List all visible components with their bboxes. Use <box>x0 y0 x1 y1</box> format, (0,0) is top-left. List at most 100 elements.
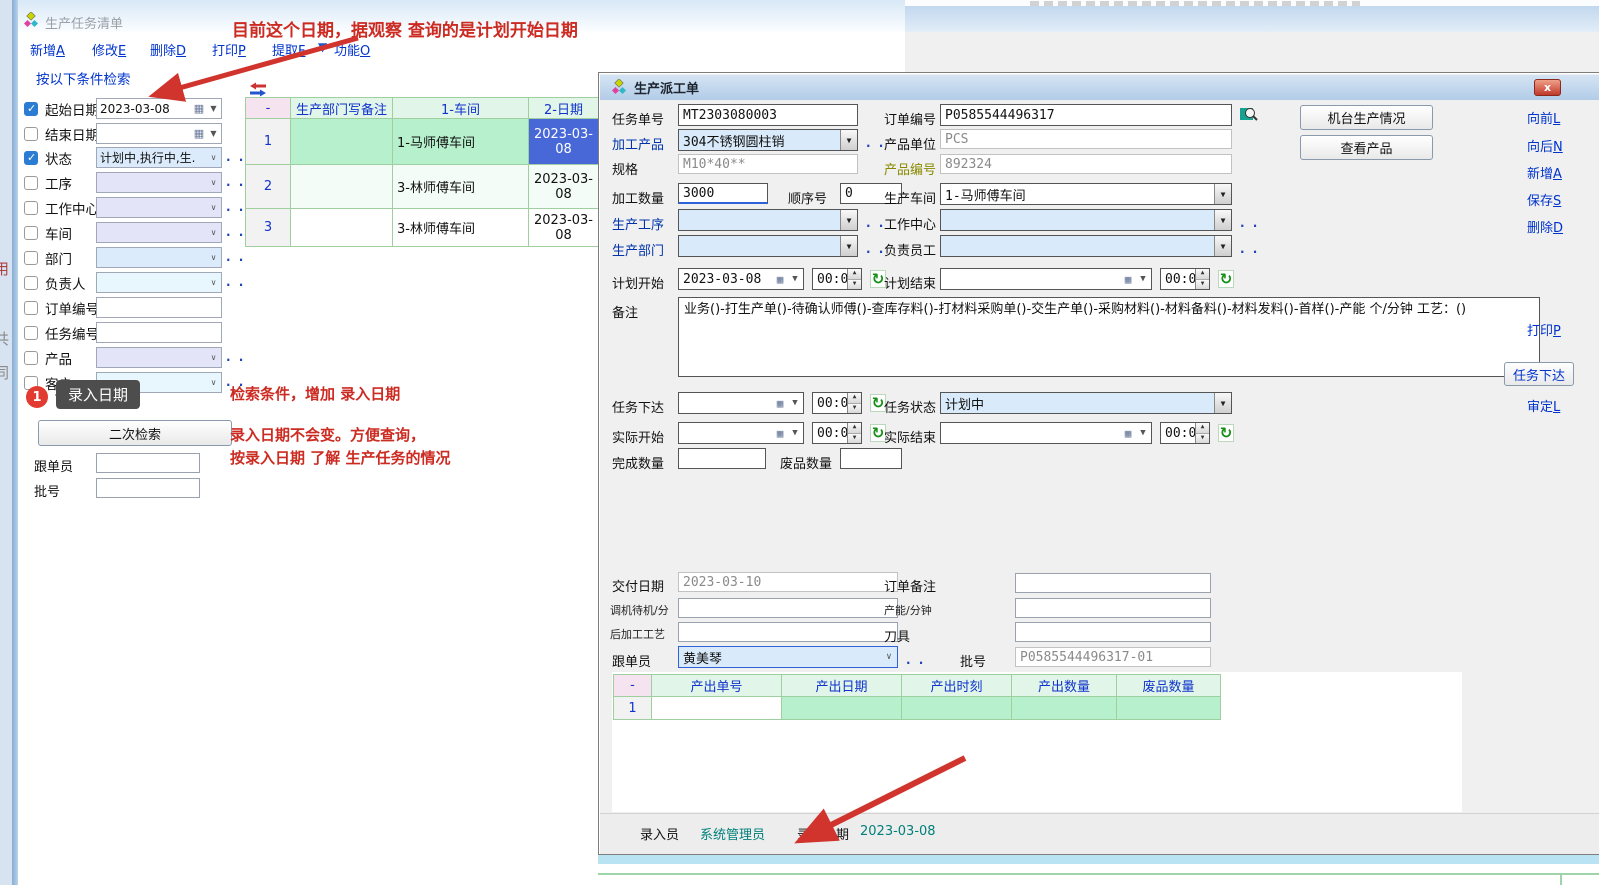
close-icon[interactable]: x <box>1534 79 1561 96</box>
tool-field[interactable] <box>1015 622 1211 642</box>
task-row-3[interactable]: 3 3-林师傅车间 2023-03-08 <box>246 209 599 247</box>
chevron-down-icon[interactable]: ▼ <box>1214 184 1231 204</box>
follower-input[interactable] <box>96 453 200 473</box>
menu-edit[interactable]: 修改E <box>92 40 126 59</box>
browse-dots[interactable]: . . <box>1240 242 1259 256</box>
browse-dots[interactable]: . . <box>906 653 925 667</box>
done-qty-field[interactable] <box>678 448 766 469</box>
link-approve[interactable]: 审定L <box>1527 396 1560 415</box>
refresh-icon[interactable]: ↻ <box>1218 270 1234 288</box>
browse-dots[interactable]: . . <box>226 275 245 289</box>
time-spinner[interactable]: ▲▼ <box>1195 423 1209 443</box>
machine-status-button[interactable]: 机台生产情况 <box>1300 105 1433 130</box>
link-print[interactable]: 打印P <box>1527 320 1561 339</box>
post-process-field[interactable] <box>678 622 898 642</box>
task-issue-button[interactable]: 任务下达 <box>1504 362 1574 386</box>
process-checkbox[interactable] <box>24 176 38 190</box>
capacity-field[interactable] <box>1015 598 1211 618</box>
cell-date[interactable]: 2023-03-08 <box>529 209 599 247</box>
plan-start-time[interactable]: 00:00▲▼ <box>812 268 862 290</box>
task-no-field[interactable]: MT2303080003 <box>678 104 858 126</box>
chevron-down-icon[interactable]: ▼ <box>840 130 857 150</box>
process-combo[interactable]: ∨ <box>96 172 222 193</box>
start-date-checkbox[interactable] <box>24 102 38 116</box>
row-index[interactable]: 1 <box>246 119 291 165</box>
chevron-down-icon[interactable]: ▼ <box>1214 236 1231 256</box>
row-index[interactable]: 1 <box>614 697 652 720</box>
cell-workshop[interactable]: 3-林师傅车间 <box>393 165 529 209</box>
search-icon[interactable] <box>1240 106 1259 122</box>
time-spinner[interactable]: ▲▼ <box>847 269 861 289</box>
status-combo[interactable]: 计划中,执行中,生.∨ <box>96 147 222 168</box>
cell-output-no[interactable] <box>652 697 782 720</box>
order-no-input[interactable] <box>96 297 222 318</box>
end-date-checkbox[interactable] <box>24 127 38 141</box>
plan-end-date[interactable]: ▦▼ <box>940 268 1152 290</box>
browse-dots[interactable]: . . <box>226 350 245 364</box>
scrap-qty-field[interactable] <box>840 448 902 469</box>
exchange-arrows-icon[interactable] <box>248 82 268 97</box>
output-row-1[interactable]: 1 <box>614 697 1221 720</box>
browse-dots[interactable]: . . <box>226 225 245 239</box>
chevron-down-icon[interactable]: ▼ <box>840 236 857 256</box>
browse-dots[interactable]: . . <box>226 175 245 189</box>
actual-end-time[interactable]: 00:00▲▼ <box>1160 422 1210 444</box>
row-index[interactable]: 2 <box>246 165 291 209</box>
time-spinner[interactable]: ▲▼ <box>847 393 861 413</box>
browse-dots[interactable]: . . <box>1240 216 1259 230</box>
work-center-checkbox[interactable] <box>24 201 38 215</box>
actual-start-date[interactable]: ▦▼ <box>678 422 804 444</box>
browse-dots[interactable]: . . <box>866 136 885 150</box>
end-date-input[interactable]: ▦▼ <box>96 123 222 144</box>
workshop-combo[interactable]: 1-马师傅车间▼ <box>940 183 1232 205</box>
row-index[interactable]: 3 <box>246 209 291 247</box>
link-delete[interactable]: 删除D <box>1527 217 1563 236</box>
follower-field-combo[interactable]: 黄美琴∨ <box>678 646 898 668</box>
time-spinner[interactable]: ▲▼ <box>1195 269 1209 289</box>
cell-date-selected[interactable]: 2023-03-08 <box>529 119 599 165</box>
cell-workshop[interactable]: 1-马师傅车间 <box>393 119 529 165</box>
link-previous[interactable]: 向前L <box>1527 108 1560 127</box>
browse-dots[interactable]: . . <box>226 200 245 214</box>
cell-output-date[interactable] <box>782 697 902 720</box>
link-add[interactable]: 新增A <box>1527 163 1562 182</box>
order-no-field[interactable]: P0585544496317 <box>940 104 1232 126</box>
status-checkbox[interactable] <box>24 151 38 165</box>
product-combo[interactable]: ∨ <box>96 347 222 368</box>
cell-remark[interactable] <box>291 119 393 165</box>
status-field-combo[interactable]: 计划中▼ <box>940 392 1232 414</box>
browse-dots[interactable]: . . <box>226 250 245 264</box>
actual-start-time[interactable]: 00:00▲▼ <box>812 422 862 444</box>
person-combo[interactable]: ∨ <box>96 272 222 293</box>
work-center-field-combo[interactable]: ▼ <box>940 209 1232 231</box>
task-row-2[interactable]: 2 3-林师傅车间 2023-03-08 <box>246 165 599 209</box>
qty-field[interactable]: 3000 <box>678 183 768 204</box>
refresh-icon[interactable]: ↻ <box>1218 424 1234 442</box>
chevron-down-icon[interactable]: ▼ <box>1214 393 1231 413</box>
chevron-down-icon[interactable]: ▼ <box>1214 210 1231 230</box>
secondary-search-button[interactable]: 二次检索 <box>38 420 232 446</box>
cell-remark[interactable] <box>291 209 393 247</box>
cell-output-qty[interactable] <box>1012 697 1117 720</box>
staff-combo[interactable]: ▼ <box>940 235 1232 257</box>
task-row-1[interactable]: 1 1-马师傅车间 2023-03-08 <box>246 119 599 165</box>
work-center-combo[interactable]: ∨ <box>96 197 222 218</box>
view-product-button[interactable]: 查看产品 <box>1300 135 1433 160</box>
setup-field[interactable] <box>678 598 898 618</box>
browse-dots[interactable]: . . <box>866 216 885 230</box>
link-save[interactable]: 保存S <box>1527 190 1561 209</box>
order-remark-field[interactable] <box>1015 573 1211 593</box>
batch-input[interactable] <box>96 478 200 498</box>
browse-dots[interactable]: . . <box>226 150 245 164</box>
link-next[interactable]: 向后N <box>1527 136 1563 155</box>
plan-start-date[interactable]: 2023-03-08▦▼ <box>678 268 804 290</box>
plan-end-time[interactable]: 00:00▲▼ <box>1160 268 1210 290</box>
cell-remark[interactable] <box>291 165 393 209</box>
product-checkbox[interactable] <box>24 351 38 365</box>
dialog-titlebar[interactable]: 生产派工单 <box>600 75 1599 100</box>
department-combo[interactable]: ∨ <box>96 247 222 268</box>
department-checkbox[interactable] <box>24 251 38 265</box>
task-no-checkbox[interactable] <box>24 326 38 340</box>
time-spinner[interactable]: ▲▼ <box>847 423 861 443</box>
workshop-combo[interactable]: ∨ <box>96 222 222 243</box>
